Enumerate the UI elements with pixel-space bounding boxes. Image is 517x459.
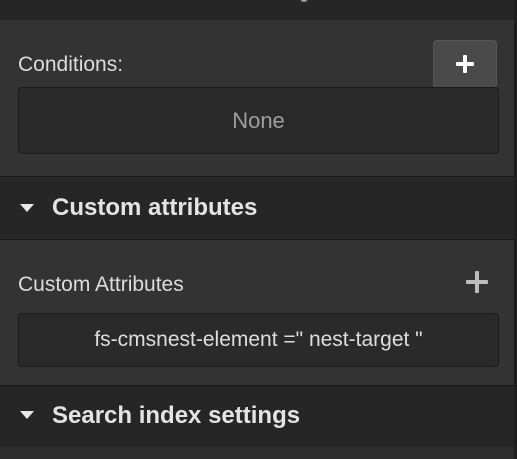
- header-text-fragment: [300, 0, 308, 2]
- conditions-value-box[interactable]: None: [18, 87, 499, 154]
- conditions-label: Conditions:: [18, 53, 124, 76]
- search-index-header[interactable]: Search index settings: [0, 386, 517, 447]
- plus-icon: [456, 55, 474, 73]
- custom-attribute-row[interactable]: fs-cmsnest-element =" nest-target ": [18, 313, 499, 367]
- add-condition-button[interactable]: [433, 40, 497, 88]
- search-index-title: Search index settings: [52, 402, 301, 429]
- conditions-section: Conditions: None: [0, 20, 517, 176]
- collapsed-section-header[interactable]: [0, 0, 517, 20]
- attribute-name: fs-cmsnest-element: [94, 328, 278, 351]
- attribute-separator: =": [277, 328, 309, 351]
- custom-attributes-body: Custom Attributes fs-cmsnest-element =" …: [0, 240, 517, 385]
- add-attribute-button[interactable]: [466, 271, 488, 293]
- attribute-closing: ": [409, 328, 423, 351]
- settings-panel: Conditions: None Custom attributes Custo…: [0, 0, 517, 459]
- caret-down-icon: [20, 204, 34, 212]
- next-section-edge: [0, 447, 517, 459]
- custom-attributes-label: Custom Attributes: [18, 273, 184, 296]
- attribute-value: nest-target: [308, 328, 410, 351]
- conditions-empty-text: None: [232, 107, 285, 133]
- caret-down-icon: [20, 411, 34, 419]
- custom-attributes-title: Custom attributes: [52, 194, 258, 221]
- custom-attributes-header[interactable]: Custom attributes: [0, 177, 517, 239]
